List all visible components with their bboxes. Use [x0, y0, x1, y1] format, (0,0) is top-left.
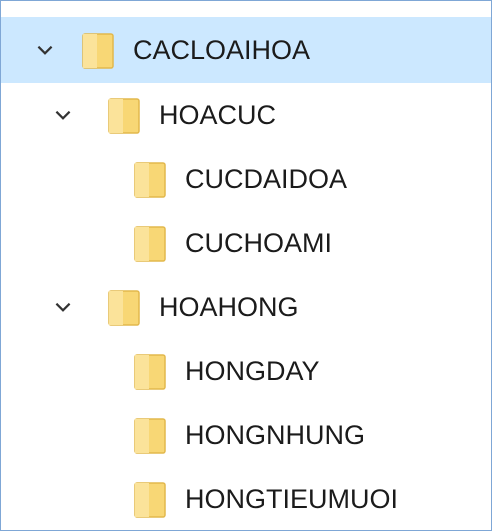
folder-icon: [107, 95, 141, 135]
tree-item-hoacuc[interactable]: HOACUC: [1, 83, 491, 147]
tree-item-label: HONGTIEUMUOI: [185, 483, 398, 514]
chevron-down-icon[interactable]: [49, 101, 77, 129]
tree-item-label: CUCHOAMI: [185, 227, 332, 258]
folder-icon: [133, 479, 167, 519]
tree-item-label: HONGNHUNG: [185, 419, 365, 450]
tree-item-cucdaidoa[interactable]: CUCDAIDOA: [1, 147, 491, 211]
folder-tree-panel: CACLOAIHOA HOACUC CUCDAIDOA CUCHOAMI HOA…: [0, 0, 492, 531]
tree-item-label: HONGDAY: [185, 355, 320, 386]
folder-icon: [107, 287, 141, 327]
folder-icon: [81, 30, 115, 70]
folder-icon: [133, 415, 167, 455]
tree-item-hongtieumuoi[interactable]: HONGTIEUMUOI: [1, 467, 491, 531]
tree-item-hongday[interactable]: HONGDAY: [1, 339, 491, 403]
chevron-down-icon[interactable]: [31, 36, 59, 64]
tree-item-label: CUCDAIDOA: [185, 163, 348, 194]
folder-tree: CACLOAIHOA HOACUC CUCDAIDOA CUCHOAMI HOA…: [1, 1, 491, 531]
tree-item-hoahong[interactable]: HOAHONG: [1, 275, 491, 339]
folder-icon: [133, 223, 167, 263]
tree-item-label: CACLOAIHOA: [133, 34, 311, 65]
tree-item-label: HOACUC: [159, 99, 277, 130]
tree-item-cacloaihoa[interactable]: CACLOAIHOA: [1, 17, 491, 83]
chevron-down-icon[interactable]: [49, 293, 77, 321]
folder-icon: [133, 351, 167, 391]
tree-item-cuchoami[interactable]: CUCHOAMI: [1, 211, 491, 275]
tree-item-label: HOAHONG: [159, 291, 299, 322]
folder-icon: [133, 159, 167, 199]
tree-item-hongnhung[interactable]: HONGNHUNG: [1, 403, 491, 467]
